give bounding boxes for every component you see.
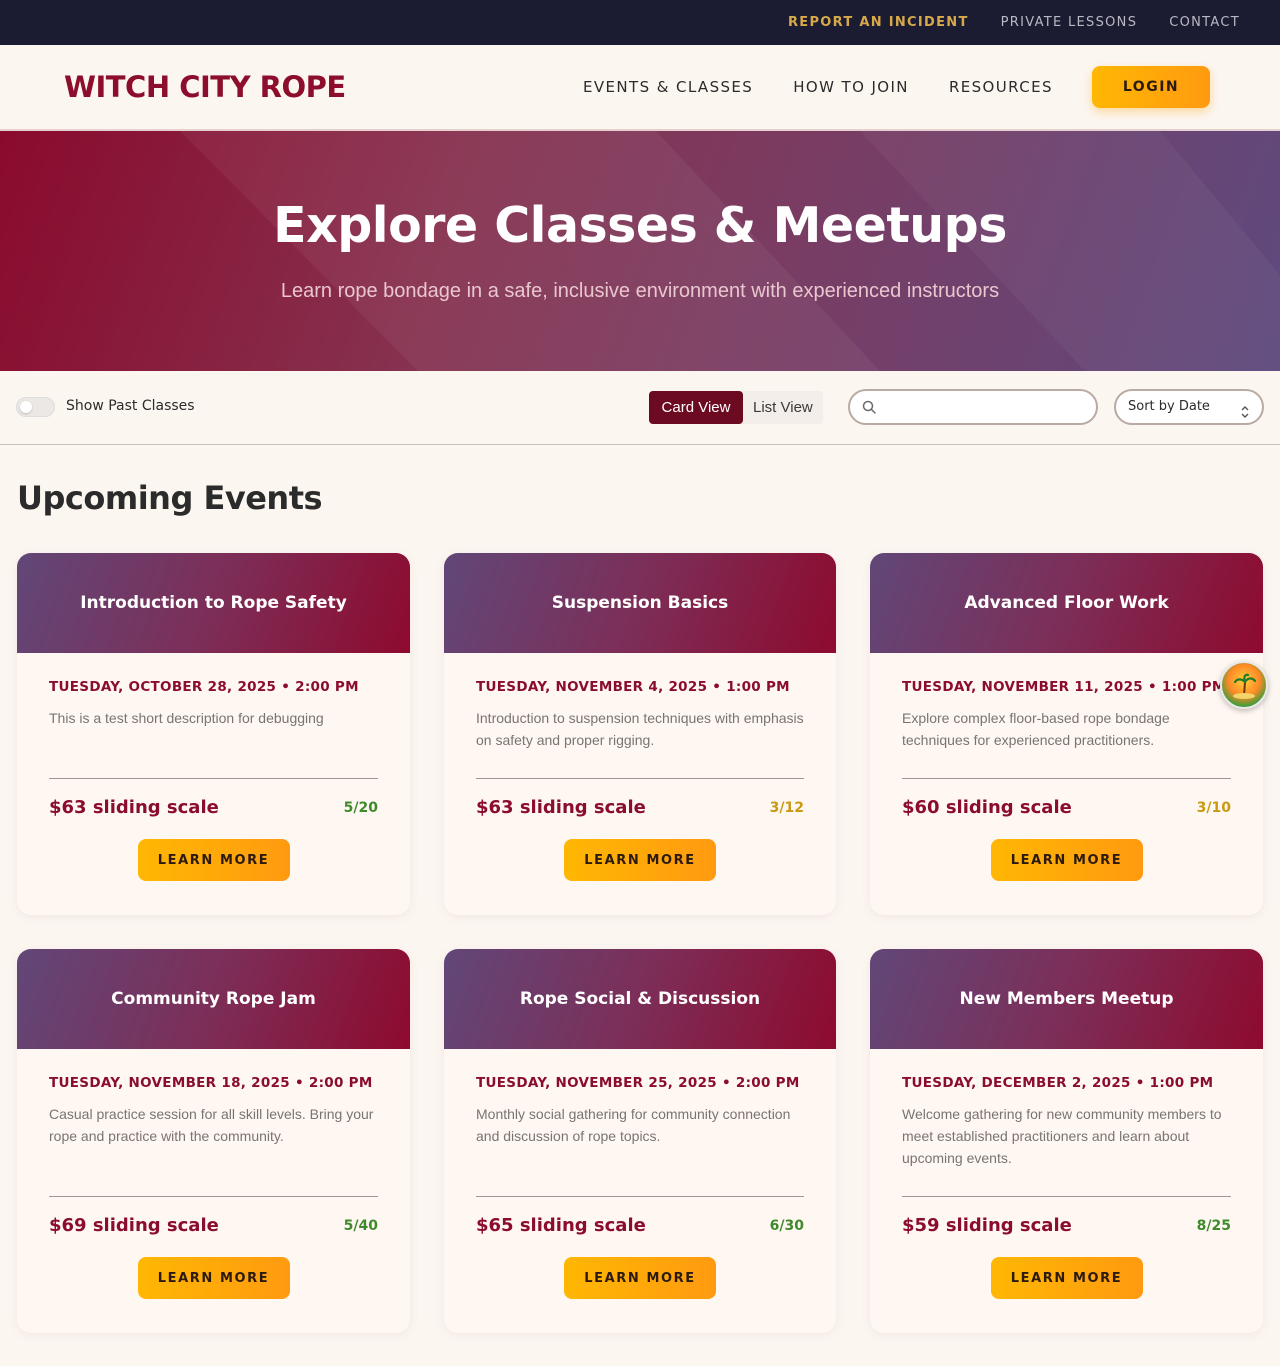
main-header: WITCH CITY ROPE EVENTS & CLASSES HOW TO …	[0, 45, 1280, 131]
card-divider	[49, 1196, 378, 1197]
nav-resources[interactable]: RESOURCES	[949, 78, 1053, 96]
event-capacity: 8/25	[1196, 1218, 1231, 1234]
beach-island-icon[interactable]	[1220, 661, 1268, 709]
event-card-header: New Members Meetup	[870, 949, 1263, 1049]
learn-more-button[interactable]: LEARN MORE	[990, 1257, 1143, 1299]
event-description: Explore complex floor-based rope bondage…	[902, 710, 1170, 748]
hero-title: Explore Classes & Meetups	[273, 197, 1007, 254]
event-card-header: Community Rope Jam	[17, 949, 410, 1049]
hero-subtitle: Learn rope bondage in a safe, inclusive …	[280, 280, 1000, 302]
event-description: This is a test short description for deb…	[49, 710, 324, 726]
private-lessons-link[interactable]: PRIVATE LESSONS	[1001, 15, 1138, 30]
toggle-knob	[20, 401, 32, 413]
event-date: TUESDAY, NOVEMBER 18, 2025 • 2:00 PM	[49, 1075, 373, 1091]
nav-events-classes[interactable]: EVENTS & CLASSES	[583, 78, 753, 96]
utility-bar: REPORT AN INCIDENT PRIVATE LESSONS CONTA…	[0, 0, 1280, 45]
event-price: $63 sliding scale	[49, 797, 219, 818]
learn-more-button[interactable]: LEARN MORE	[564, 839, 716, 881]
event-title: Advanced Floor Work	[964, 593, 1169, 613]
event-price: $69 sliding scale	[49, 1215, 219, 1236]
section-title: Upcoming Events	[17, 479, 323, 517]
event-capacity: 6/30	[769, 1218, 804, 1234]
nav-how-to-join[interactable]: HOW TO JOIN	[793, 78, 909, 96]
event-description: Monthly social gathering for community c…	[476, 1106, 791, 1144]
report-incident-link[interactable]: REPORT AN INCIDENT	[788, 15, 969, 30]
chevron-updown-icon	[1240, 400, 1250, 432]
event-capacity: 5/20	[343, 800, 378, 816]
event-date: TUESDAY, NOVEMBER 25, 2025 • 2:00 PM	[476, 1075, 800, 1091]
event-card-header: Suspension Basics	[444, 553, 836, 653]
event-title: Suspension Basics	[551, 593, 729, 613]
event-card[interactable]: Suspension Basics TUESDAY, NOVEMBER 4, 2…	[444, 553, 836, 915]
event-capacity: 3/10	[1196, 800, 1231, 816]
event-cards-grid: Introduction to Rope Safety TUESDAY, OCT…	[17, 553, 1263, 1333]
search-box	[848, 389, 1098, 425]
search-input[interactable]	[882, 395, 1082, 419]
list-view-button[interactable]: List View	[743, 391, 823, 424]
event-date: TUESDAY, NOVEMBER 4, 2025 • 1:00 PM	[476, 679, 790, 695]
login-button[interactable]: LOGIN	[1092, 66, 1210, 108]
card-divider	[476, 778, 804, 779]
event-title: New Members Meetup	[959, 989, 1174, 1009]
brand-logo[interactable]: WITCH CITY ROPE	[64, 70, 346, 104]
show-past-toggle[interactable]	[16, 397, 55, 417]
event-card-header: Introduction to Rope Safety	[17, 553, 410, 653]
event-date: TUESDAY, NOVEMBER 11, 2025 • 1:00 PM	[902, 679, 1226, 695]
event-price: $59 sliding scale	[902, 1215, 1072, 1236]
event-title: Introduction to Rope Safety	[80, 593, 347, 613]
event-card[interactable]: New Members Meetup TUESDAY, DECEMBER 2, …	[870, 949, 1263, 1333]
learn-more-button[interactable]: LEARN MORE	[990, 839, 1143, 881]
event-date: TUESDAY, DECEMBER 2, 2025 • 1:00 PM	[902, 1075, 1214, 1091]
event-card[interactable]: Community Rope Jam TUESDAY, NOVEMBER 18,…	[17, 949, 410, 1333]
event-description: Casual practice session for all skill le…	[49, 1106, 374, 1144]
event-description: Introduction to suspension techniques wi…	[476, 710, 804, 748]
main-nav: EVENTS & CLASSES HOW TO JOIN RESOURCES	[583, 45, 1053, 129]
event-card-header: Rope Social & Discussion	[444, 949, 836, 1049]
event-capacity: 3/12	[769, 800, 804, 816]
event-price: $65 sliding scale	[476, 1215, 646, 1236]
event-price: $63 sliding scale	[476, 797, 646, 818]
filter-bar: Show Past Classes Card View List View So…	[0, 371, 1280, 445]
card-divider	[49, 778, 378, 779]
event-title: Community Rope Jam	[111, 989, 316, 1009]
event-capacity: 5/40	[343, 1218, 378, 1234]
event-price: $60 sliding scale	[902, 797, 1072, 818]
contact-link[interactable]: CONTACT	[1169, 15, 1240, 30]
learn-more-button[interactable]: LEARN MORE	[137, 1257, 290, 1299]
sort-select[interactable]: Sort by Date	[1114, 389, 1264, 425]
learn-more-button[interactable]: LEARN MORE	[564, 1257, 716, 1299]
card-divider	[902, 1196, 1231, 1197]
card-divider	[476, 1196, 804, 1197]
hero-banner: Explore Classes & Meetups Learn rope bon…	[0, 131, 1280, 371]
event-title: Rope Social & Discussion	[519, 989, 761, 1009]
event-card-header: Advanced Floor Work	[870, 553, 1263, 653]
sort-select-value: Sort by Date	[1128, 399, 1210, 414]
event-description: Welcome gathering for new community memb…	[902, 1106, 1222, 1166]
event-card[interactable]: Rope Social & Discussion TUESDAY, NOVEMB…	[444, 949, 836, 1333]
show-past-label: Show Past Classes	[66, 398, 195, 414]
search-icon	[862, 400, 876, 419]
view-switch: Card View List View	[649, 391, 823, 424]
card-view-button[interactable]: Card View	[649, 391, 743, 424]
event-card[interactable]: Introduction to Rope Safety TUESDAY, OCT…	[17, 553, 410, 915]
event-card[interactable]: Advanced Floor Work TUESDAY, NOVEMBER 11…	[870, 553, 1263, 915]
learn-more-button[interactable]: LEARN MORE	[137, 839, 290, 881]
card-divider	[902, 778, 1231, 779]
event-date: TUESDAY, OCTOBER 28, 2025 • 2:00 PM	[49, 679, 359, 695]
